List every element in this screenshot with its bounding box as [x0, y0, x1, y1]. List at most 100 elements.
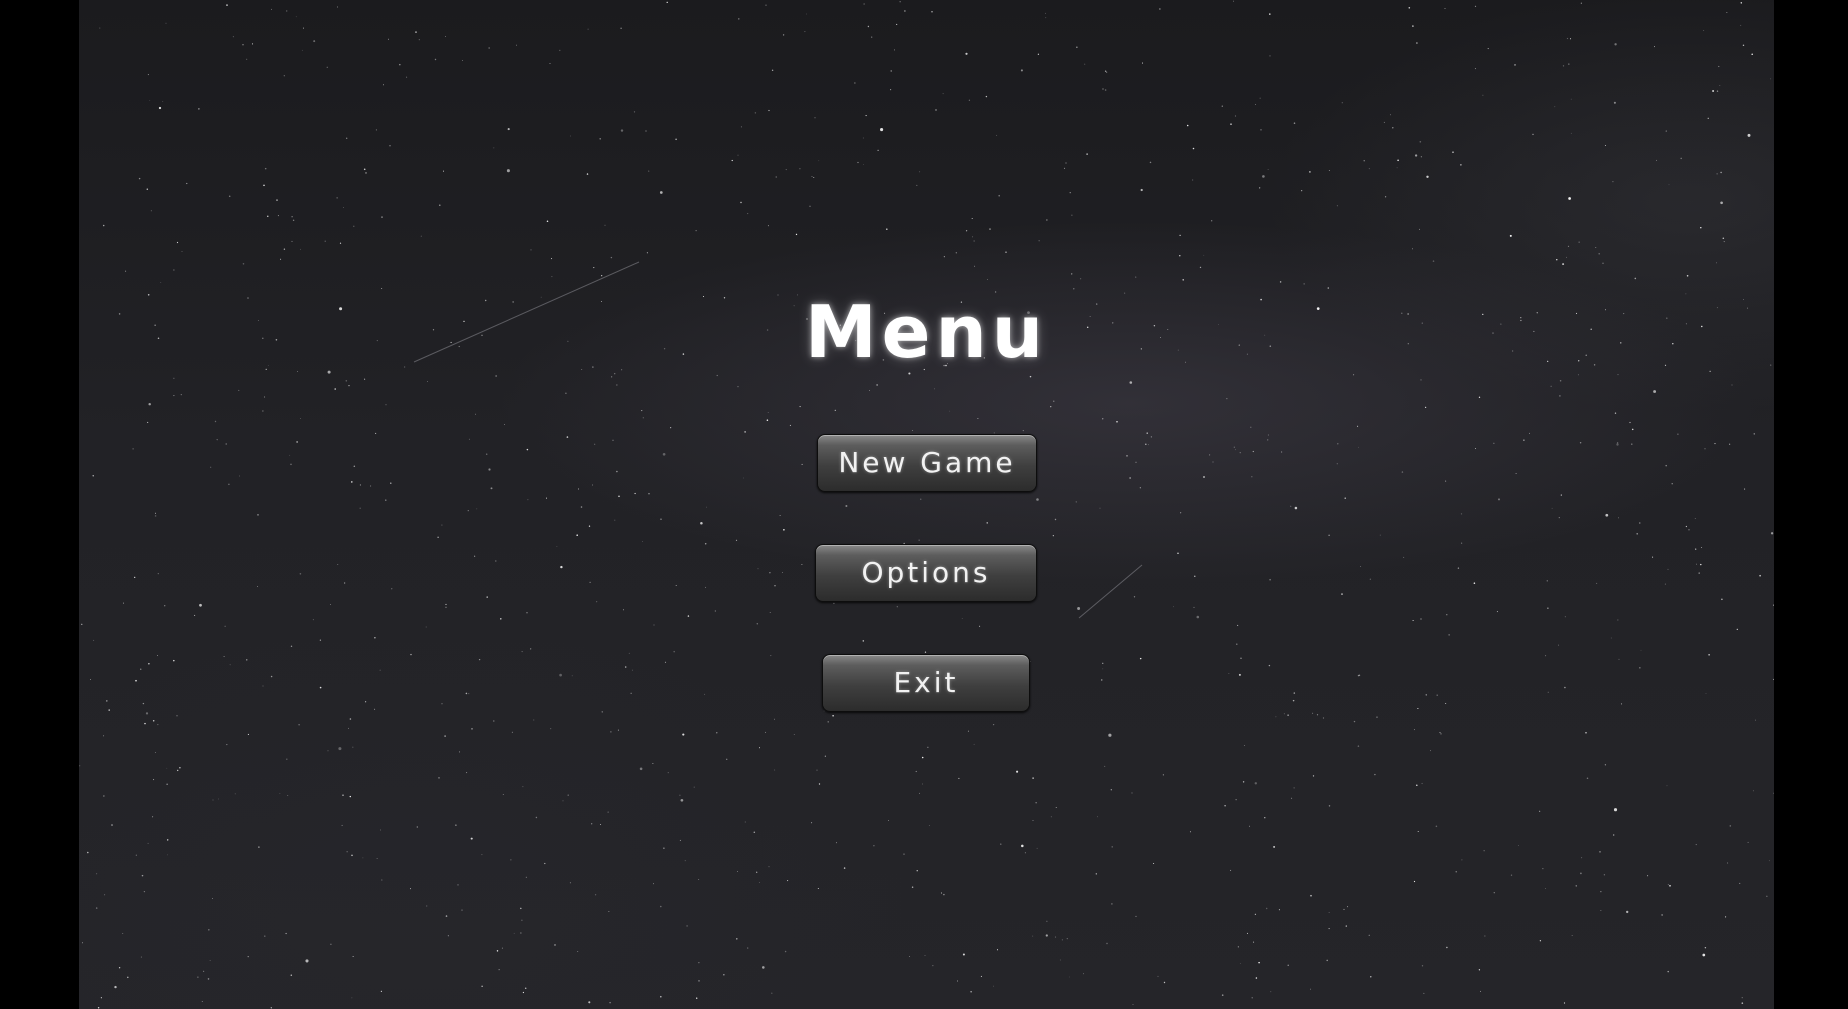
star	[1655, 159, 1658, 161]
star	[166, 767, 168, 769]
star	[824, 755, 826, 757]
star	[1752, 790, 1754, 792]
star	[1702, 953, 1706, 957]
star	[1626, 910, 1629, 914]
star	[285, 932, 287, 935]
star	[601, 275, 603, 277]
star	[167, 854, 168, 856]
star	[490, 487, 493, 490]
star	[1336, 463, 1338, 465]
star	[157, 573, 159, 575]
star	[1360, 566, 1362, 567]
star	[770, 655, 772, 657]
star	[324, 240, 326, 242]
star	[437, 536, 439, 538]
star	[1357, 745, 1360, 747]
star	[525, 876, 527, 878]
star	[1629, 421, 1631, 424]
exit-button[interactable]: Exit	[822, 654, 1030, 712]
star	[495, 375, 497, 377]
star	[1102, 418, 1104, 420]
star	[500, 618, 502, 620]
star	[1310, 894, 1312, 897]
star	[226, 4, 228, 6]
star	[1193, 606, 1195, 608]
star	[1075, 501, 1077, 503]
star	[1401, 471, 1404, 473]
star	[766, 419, 769, 421]
star	[1664, 583, 1666, 585]
star	[173, 269, 175, 271]
star	[530, 648, 532, 650]
star	[298, 723, 300, 726]
new-game-button[interactable]: New Game	[817, 434, 1037, 492]
star	[247, 733, 249, 735]
star	[1301, 190, 1303, 192]
star	[1445, 480, 1447, 482]
star	[1412, 619, 1414, 622]
star	[493, 720, 495, 722]
star	[383, 84, 384, 86]
star	[1598, 253, 1600, 255]
star	[670, 427, 672, 429]
star	[631, 669, 633, 671]
star	[1345, 925, 1347, 927]
star	[526, 612, 528, 614]
star	[339, 242, 342, 244]
star	[330, 604, 331, 605]
star	[1426, 175, 1429, 179]
star	[1723, 241, 1725, 243]
star	[1668, 184, 1670, 186]
star	[890, 70, 892, 72]
star	[863, 3, 865, 5]
star	[387, 38, 389, 40]
star	[1617, 374, 1619, 376]
star	[1432, 260, 1435, 262]
star	[106, 700, 108, 702]
star	[1753, 433, 1755, 435]
star	[639, 767, 643, 771]
star	[660, 518, 662, 520]
star	[1260, 129, 1262, 131]
star	[1379, 534, 1381, 536]
star	[239, 475, 240, 477]
options-button[interactable]: Options	[815, 544, 1037, 602]
star	[1566, 37, 1569, 40]
star	[1291, 797, 1293, 799]
star	[438, 777, 440, 779]
star	[1071, 273, 1073, 275]
star	[774, 585, 776, 587]
star	[832, 715, 834, 717]
star	[1474, 447, 1477, 450]
star	[1545, 887, 1546, 889]
star	[1605, 513, 1609, 517]
star	[209, 960, 211, 961]
star	[899, 1, 901, 3]
star	[726, 758, 728, 760]
star	[177, 769, 179, 772]
star	[1714, 443, 1716, 445]
star	[1139, 657, 1142, 660]
star	[740, 201, 742, 204]
star	[1616, 443, 1619, 446]
star	[1424, 406, 1427, 409]
star	[1751, 53, 1753, 55]
star	[834, 409, 836, 412]
star	[1497, 498, 1501, 501]
star	[148, 663, 150, 665]
star	[835, 842, 837, 844]
star	[141, 874, 144, 877]
star	[342, 794, 344, 796]
star	[1341, 593, 1343, 595]
star	[1294, 506, 1298, 510]
star	[486, 596, 488, 598]
star	[194, 614, 196, 616]
star	[1135, 461, 1137, 463]
star	[522, 991, 524, 994]
star	[122, 933, 124, 934]
star	[916, 184, 918, 186]
star	[1212, 461, 1214, 463]
star	[522, 786, 524, 788]
star	[1617, 619, 1619, 621]
star	[566, 436, 569, 438]
